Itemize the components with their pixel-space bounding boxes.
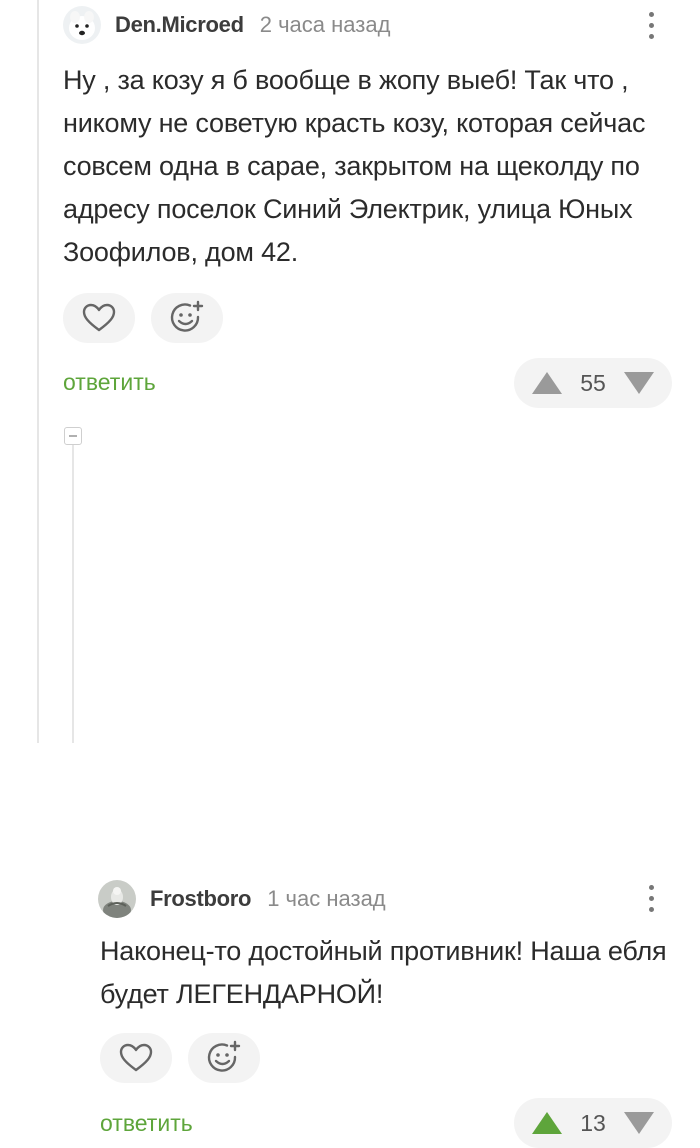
avatar[interactable] [98,880,136,918]
heart-icon [82,303,116,332]
smiley-plus-icon [170,300,204,332]
timestamp: 1 час назад [267,886,386,911]
vote-box: 55 [514,358,672,408]
react-button[interactable] [151,293,223,343]
triangle-down-icon[interactable] [622,370,656,396]
comment-text: Наконец-то достойный противник! Наша ебл… [100,936,667,1009]
comment-text: Ну , за козу я б вообще в жопу выеб! Так… [63,65,646,267]
rating-count: 13 [580,1109,606,1136]
triangle-down-icon[interactable] [622,1110,656,1136]
like-button[interactable] [63,293,135,343]
like-button[interactable] [100,1033,172,1083]
comment-header: Frostboro 1 час назад [98,879,386,919]
more-vertical-icon[interactable] [641,5,661,45]
thread-line-nested[interactable] [72,445,74,743]
reply-link[interactable]: ответить [100,1110,193,1137]
timestamp: 2 часа назад [259,12,391,37]
username[interactable]: Den.Microed [115,12,244,38]
reply-link[interactable]: ответить [63,369,156,396]
react-button[interactable] [188,1033,260,1083]
thread-line [37,0,39,743]
minus-box-icon[interactable] [64,427,82,445]
avatar[interactable] [63,6,101,44]
comment-header: Den.Microed 2 часа назад [63,5,390,45]
smiley-plus-icon [207,1040,241,1072]
triangle-up-icon[interactable] [530,1110,564,1136]
rating-count: 55 [580,369,606,396]
heart-icon [119,1043,153,1072]
username[interactable]: Frostboro [150,886,251,912]
triangle-up-icon[interactable] [530,370,564,396]
more-vertical-icon[interactable] [641,878,661,918]
vote-box: 13 [514,1098,672,1148]
